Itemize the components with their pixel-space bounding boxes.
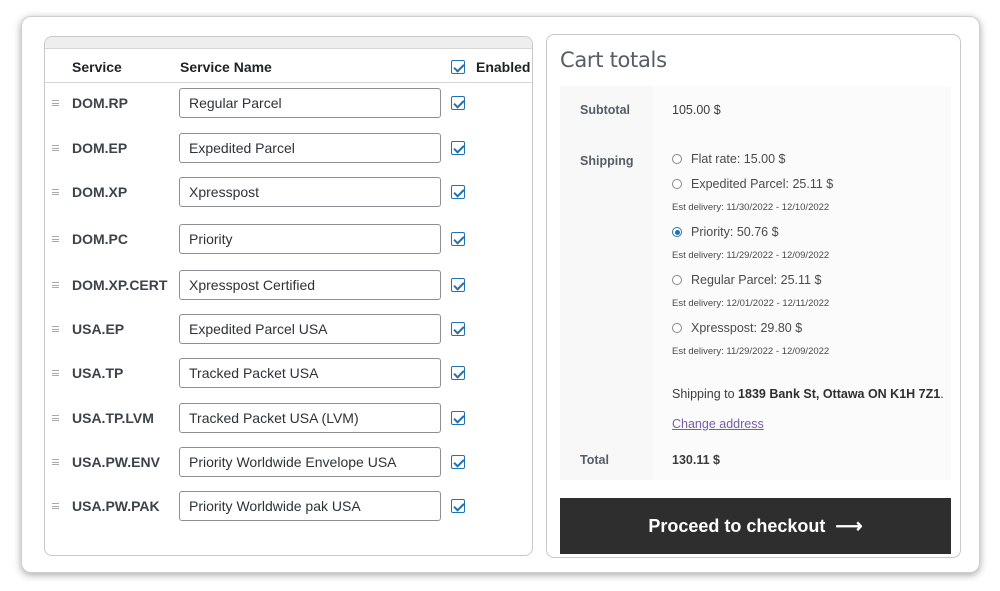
table-row: USA.PW.PAK Priority Worldwide pak USA	[45, 486, 532, 530]
enabled-checkbox[interactable]	[451, 96, 465, 110]
service-name-input[interactable]: Xpresspost Certified	[179, 270, 441, 300]
subtotal-label: Subtotal	[580, 103, 630, 117]
service-code: DOM.RP	[72, 95, 128, 111]
enabled-checkbox[interactable]	[451, 185, 465, 199]
drag-handle-icon[interactable]	[52, 326, 59, 332]
shipping-row: Shipping Shipping to 1839 Bank St, Ottaw…	[560, 136, 951, 442]
subtotal-row: Subtotal 105.00 $	[560, 86, 951, 136]
shipping-option-label: Priority: 50.76 $	[691, 225, 779, 239]
table-row: DOM.RP Regular Parcel	[45, 83, 532, 127]
estimated-delivery: Est delivery: 12/01/2022 - 12/11/2022	[672, 298, 830, 309]
estimated-delivery: Est delivery: 11/29/2022 - 12/09/2022	[672, 346, 830, 357]
cart-totals-panel: Cart totals Subtotal 105.00 $ Shipping S…	[546, 34, 961, 558]
shipping-option[interactable]: Flat rate: 15.00 $	[672, 152, 786, 166]
enabled-checkbox[interactable]	[451, 455, 465, 469]
radio-button[interactable]	[672, 154, 682, 164]
service-code: DOM.EP	[72, 140, 128, 156]
drag-handle-icon[interactable]	[52, 459, 59, 465]
service-code: USA.TP.LVM	[72, 410, 154, 426]
shipping-option[interactable]: Regular Parcel: 25.11 $	[672, 273, 821, 287]
enabled-checkbox[interactable]	[451, 278, 465, 292]
service-code: DOM.PC	[72, 231, 128, 247]
drag-handle-icon[interactable]	[52, 282, 59, 288]
service-code: USA.PW.ENV	[72, 454, 160, 470]
service-name-input[interactable]: Priority Worldwide pak USA	[179, 491, 441, 521]
radio-button[interactable]	[672, 275, 682, 285]
table-row: USA.TP Tracked Packet USA	[45, 353, 532, 397]
drag-handle-icon[interactable]	[52, 503, 59, 509]
total-label: Total	[580, 453, 609, 467]
shipping-option[interactable]: Xpresspost: 29.80 $	[672, 321, 802, 335]
services-table: Service Service Name Enabled DOM.RP Regul…	[44, 36, 533, 556]
shipping-option[interactable]: Expedited Parcel: 25.11 $	[672, 177, 833, 191]
table-row: USA.TP.LVM Tracked Packet USA (LVM)	[45, 398, 532, 442]
service-code: DOM.XP.CERT	[72, 277, 168, 293]
service-code: USA.PW.PAK	[72, 498, 160, 514]
total-value: 130.11 $	[672, 453, 720, 467]
shipping-destination: Shipping to 1839 Bank St, Ottawa ON K1H …	[672, 387, 944, 401]
table-row: DOM.EP Expedited Parcel	[45, 128, 532, 172]
drag-handle-icon[interactable]	[52, 189, 59, 195]
table-header: Service Service Name Enabled	[45, 49, 532, 83]
table-row: USA.EP Expedited Parcel USA	[45, 309, 532, 353]
shipping-option-label: Flat rate: 15.00 $	[691, 152, 786, 166]
arrow-right-icon: ⟶	[835, 515, 863, 537]
checkout-label: Proceed to checkout	[648, 515, 826, 536]
proceed-to-checkout-button[interactable]: Proceed to checkout ⟶	[560, 498, 951, 554]
radio-button[interactable]	[672, 179, 682, 189]
estimated-delivery: Est delivery: 11/30/2022 - 12/10/2022	[672, 202, 830, 213]
total-row: Total 130.11 $	[560, 442, 951, 480]
shipping-label: Shipping	[580, 154, 634, 168]
service-name-input[interactable]: Tracked Packet USA (LVM)	[179, 403, 441, 433]
select-all-checkbox[interactable]	[451, 60, 465, 74]
enabled-checkbox[interactable]	[451, 411, 465, 425]
table-row: USA.PW.ENV Priority Worldwide Envelope US…	[45, 442, 532, 486]
table-top-strip	[45, 37, 532, 49]
service-name-input[interactable]: Regular Parcel	[179, 88, 441, 118]
service-code: USA.EP	[72, 321, 125, 337]
drag-handle-icon[interactable]	[52, 415, 59, 421]
enabled-checkbox[interactable]	[451, 366, 465, 380]
radio-button[interactable]	[672, 323, 682, 333]
drag-handle-icon[interactable]	[52, 100, 59, 106]
drag-handle-icon[interactable]	[52, 370, 59, 376]
change-address-link[interactable]: Change address	[672, 417, 764, 431]
drag-handle-icon[interactable]	[52, 236, 59, 242]
estimated-delivery: Est delivery: 11/29/2022 - 12/09/2022	[672, 250, 830, 261]
service-code: DOM.XP	[72, 184, 128, 200]
header-service-name: Service Name	[180, 59, 272, 75]
shipping-option[interactable]: Priority: 50.76 $	[672, 225, 779, 239]
service-name-input[interactable]: Expedited Parcel	[179, 133, 441, 163]
radio-button[interactable]	[672, 227, 682, 237]
service-name-input[interactable]: Priority	[179, 224, 441, 254]
service-name-input[interactable]: Priority Worldwide Envelope USA	[179, 447, 441, 477]
enabled-checkbox[interactable]	[451, 232, 465, 246]
subtotal-value: 105.00 $	[672, 103, 721, 117]
service-name-input[interactable]: Tracked Packet USA	[179, 358, 441, 388]
shipping-address: 1839 Bank St, Ottawa ON K1H 7Z1	[738, 387, 941, 401]
cart-title: Cart totals	[560, 48, 667, 72]
enabled-checkbox[interactable]	[451, 499, 465, 513]
service-code: USA.TP	[72, 365, 124, 381]
drag-handle-icon[interactable]	[52, 145, 59, 151]
shipping-option-label: Regular Parcel: 25.11 $	[691, 273, 822, 287]
service-name-input[interactable]: Expedited Parcel USA	[179, 314, 441, 344]
header-enabled: Enabled	[476, 59, 531, 75]
table-row: DOM.PC Priority	[45, 219, 532, 263]
enabled-checkbox[interactable]	[451, 322, 465, 336]
shipping-option-label: Expedited Parcel: 25.11 $	[691, 177, 834, 191]
header-service: Service	[72, 59, 122, 75]
service-name-input[interactable]: Xpresspost	[179, 177, 441, 207]
enabled-checkbox[interactable]	[451, 141, 465, 155]
table-row: DOM.XP.CERT Xpresspost Certified	[45, 265, 532, 309]
table-row: DOM.XP Xpresspost	[45, 172, 532, 216]
shipping-option-label: Xpresspost: 29.80 $	[691, 321, 803, 335]
